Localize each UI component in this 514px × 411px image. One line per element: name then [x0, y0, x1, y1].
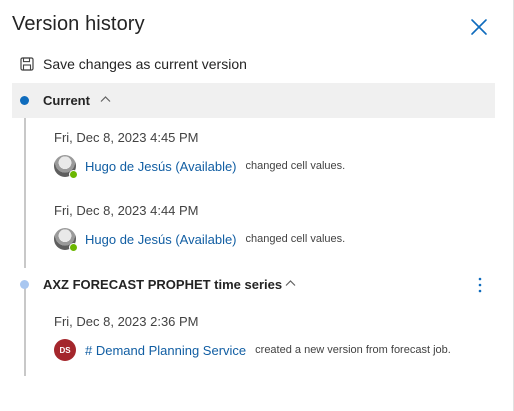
timeline-dot-current: [20, 96, 29, 105]
group-header-forecast[interactable]: AXZ FORECAST PROPHET time series: [12, 267, 495, 302]
group-title: Current: [43, 93, 90, 108]
chevron-up-icon: [100, 96, 111, 102]
avatar: [54, 155, 78, 179]
collapse-toggle[interactable]: [100, 95, 111, 103]
save-icon: [20, 57, 34, 71]
chevron-up-icon: [285, 280, 296, 286]
entry-author-row: Hugo de Jesús (Available) changed cell v…: [54, 228, 346, 252]
entry-action: changed cell values.: [245, 160, 346, 172]
presence-available-icon: [69, 243, 78, 252]
entry-author-row: DS # Demand Planning Service created a n…: [54, 339, 451, 361]
panel-title: Version history: [12, 13, 145, 35]
user-link[interactable]: Hugo de Jesús (Available): [85, 159, 237, 174]
close-icon: [471, 19, 487, 35]
collapse-toggle[interactable]: [285, 279, 296, 287]
user-link[interactable]: Hugo de Jesús (Available): [85, 232, 237, 247]
group-title: AXZ FORECAST PROPHET time series: [43, 277, 283, 292]
entry-timestamp: Fri, Dec 8, 2023 4:45 PM: [54, 130, 199, 145]
entry-action: changed cell values.: [245, 233, 346, 245]
entry-author-row: Hugo de Jesús (Available) changed cell v…: [54, 155, 346, 179]
timeline-line-current: [24, 101, 26, 268]
save-as-current-label: Save changes as current version: [43, 56, 247, 72]
avatar: DS: [54, 339, 76, 361]
timeline-dot-forecast: [20, 280, 29, 289]
user-link[interactable]: # Demand Planning Service: [85, 343, 246, 358]
entry-timestamp: Fri, Dec 8, 2023 4:44 PM: [54, 203, 199, 218]
close-button[interactable]: [466, 14, 492, 40]
more-vertical-icon: [478, 277, 482, 293]
entry-action: created a new version from forecast job.: [255, 344, 451, 356]
group-header-current[interactable]: Current: [12, 83, 495, 118]
avatar: [54, 228, 78, 252]
save-as-current-button[interactable]: Save changes as current version: [20, 54, 247, 74]
presence-available-icon: [69, 170, 78, 179]
more-options-button[interactable]: [474, 275, 486, 295]
version-history-panel: Version history Save changes as current …: [0, 0, 514, 411]
entry-timestamp: Fri, Dec 8, 2023 2:36 PM: [54, 314, 199, 329]
